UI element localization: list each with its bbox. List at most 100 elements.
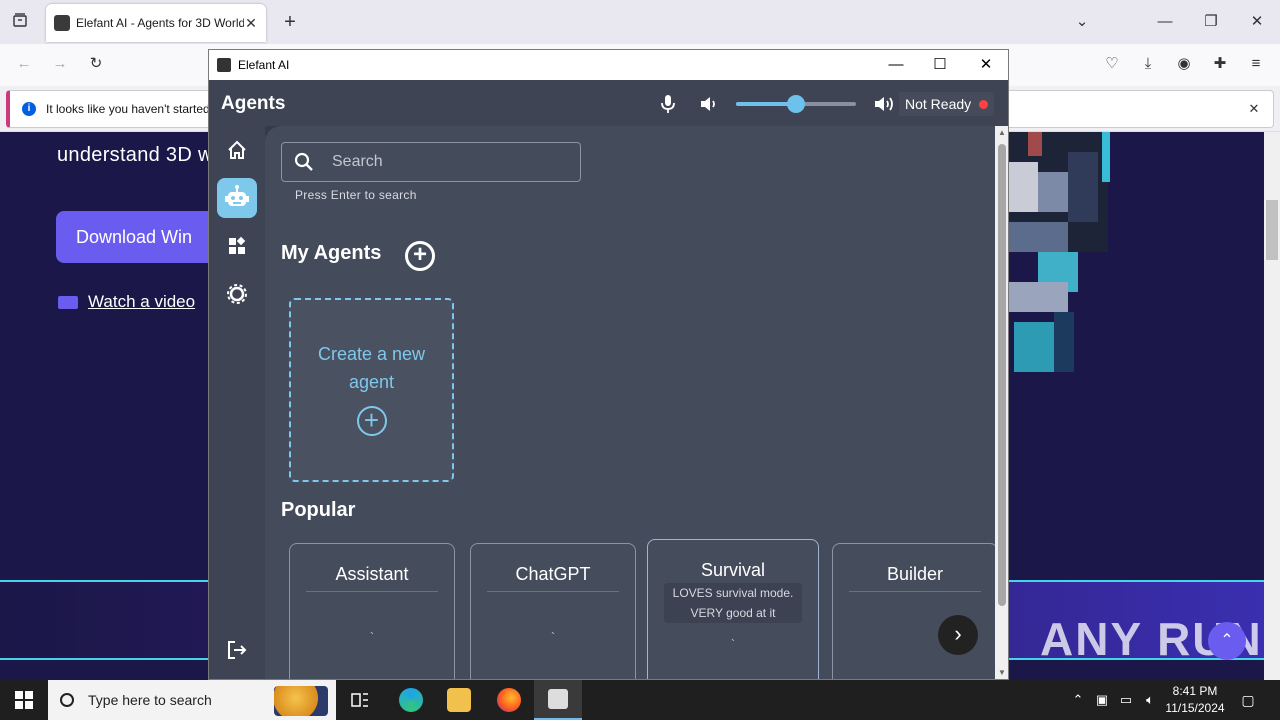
extensions-icon[interactable]: ✚: [1210, 54, 1230, 74]
search-icon: [294, 152, 313, 171]
agent-card-footer: `: [731, 637, 735, 651]
browser-tab-bar: Elefant AI - Agents for 3D World ✕ + ⌄ —…: [0, 0, 1280, 44]
back-icon[interactable]: ←: [14, 54, 34, 74]
window-title: Elefant AI: [238, 58, 290, 72]
agent-card-chatgpt[interactable]: ChatGPT `: [470, 543, 636, 679]
close-tab-icon[interactable]: ✕: [244, 15, 258, 32]
elefant-app-window: Elefant AI — ☐ ✕ Agents Not Ready Search…: [208, 49, 1009, 680]
scroll-top-button[interactable]: ⌃: [1208, 622, 1246, 660]
page-scrollbar-thumb[interactable]: [1266, 200, 1278, 260]
restore-browser-icon[interactable]: ❐: [1201, 12, 1221, 32]
watch-video-link[interactable]: Watch a video: [58, 292, 195, 312]
taskbar-search-box[interactable]: Type here to search: [48, 680, 336, 720]
clock-time: 8:41 PM: [1172, 684, 1218, 698]
home-icon: [228, 140, 246, 159]
app-header: Agents Not Ready: [209, 80, 1008, 126]
agent-card-footer: `: [370, 630, 374, 644]
minimize-window-button[interactable]: —: [873, 50, 919, 80]
agent-card-name: ChatGPT: [487, 564, 619, 592]
elefant-favicon-icon: [54, 15, 70, 31]
taskbar-clock[interactable]: 8:41 PM 11/15/2024: [1160, 683, 1230, 717]
agent-card-builder[interactable]: Builder: [832, 543, 995, 679]
page-title: Agents: [221, 93, 286, 114]
browser-tab-title: Elefant AI - Agents for 3D World: [76, 16, 244, 30]
pocket-icon[interactable]: ♡: [1102, 54, 1122, 74]
speaker-icon[interactable]: 🔈︎: [1140, 690, 1160, 710]
elefant-taskbar-icon: [548, 689, 568, 709]
app-sidebar: [209, 126, 265, 679]
menu-icon[interactable]: ≡: [1246, 54, 1266, 74]
add-agent-button[interactable]: +: [405, 241, 435, 271]
tray-device-icon[interactable]: ▣: [1092, 690, 1112, 710]
plus-circle-icon: +: [356, 406, 387, 436]
network-icon[interactable]: ▭: [1116, 690, 1136, 710]
agent-card-name: Assistant: [306, 564, 438, 592]
taskbar-search-placeholder: Type here to search: [88, 692, 212, 708]
firefox-icon[interactable]: [497, 688, 521, 712]
browser-tab[interactable]: Elefant AI - Agents for 3D World ✕: [46, 4, 266, 42]
close-notification-icon[interactable]: ✕: [1244, 99, 1264, 119]
scroll-up-arrow-icon[interactable]: ▲: [998, 128, 1006, 137]
logout-icon: [228, 641, 247, 659]
agent-card-name: Survival: [700, 560, 766, 580]
search-box[interactable]: [281, 142, 581, 182]
agent-card-name: Builder: [849, 564, 981, 592]
scroll-down-arrow-icon[interactable]: ▼: [998, 668, 1006, 677]
tab-list-icon[interactable]: [10, 12, 30, 32]
voxel-character-image: [1008, 132, 1148, 392]
sidebar-item-logout[interactable]: [217, 630, 257, 670]
reload-icon[interactable]: ↻: [86, 54, 106, 74]
popular-heading: Popular: [281, 499, 356, 521]
create-agent-label: Create a new agent: [317, 344, 426, 392]
elefant-taskbar-item[interactable]: [534, 680, 582, 720]
my-agents-heading: My Agents: [281, 242, 382, 264]
watch-video-label: Watch a video: [88, 292, 196, 311]
notifications-icon[interactable]: ▢: [1238, 690, 1258, 710]
clock-date: 11/15/2024: [1165, 701, 1225, 715]
volume-high-icon[interactable]: [873, 94, 895, 114]
app-scrollbar-thumb[interactable]: [998, 144, 1006, 606]
account-icon[interactable]: ◉: [1174, 54, 1194, 74]
volume-low-icon[interactable]: [699, 95, 719, 113]
downloads-icon[interactable]: ⤓: [1138, 54, 1158, 74]
widgets-icon: [229, 236, 246, 254]
app-scrollbar[interactable]: ▲ ▼: [995, 126, 1008, 679]
page-scrollbar[interactable]: [1264, 132, 1280, 680]
robot-icon: [225, 185, 249, 206]
hero-text: understand 3D w: [57, 144, 213, 166]
status-text: Not Ready: [905, 96, 972, 112]
microphone-icon[interactable]: [659, 94, 677, 114]
maximize-window-button[interactable]: ☐: [917, 50, 963, 80]
search-highlight-image: [274, 686, 328, 716]
agent-card-survival[interactable]: Survival LOVES survival mode. VERY good …: [647, 539, 819, 679]
tray-chevron-icon[interactable]: ⌃: [1068, 690, 1088, 710]
close-browser-icon[interactable]: ✕: [1247, 12, 1267, 32]
sidebar-item-home[interactable]: [217, 130, 257, 170]
notification-text: It looks like you haven't started: [46, 102, 210, 116]
status-dot: [979, 99, 989, 109]
list-all-tabs-icon[interactable]: ⌄: [1072, 12, 1092, 32]
app-logo-icon: [217, 58, 231, 72]
video-camera-icon: [58, 295, 78, 309]
carousel-next-button[interactable]: ›: [938, 615, 978, 655]
forward-icon[interactable]: →: [50, 54, 70, 74]
sidebar-item-agents[interactable]: [217, 178, 257, 218]
volume-slider[interactable]: [736, 95, 856, 113]
sidebar-item-widgets[interactable]: [217, 226, 257, 266]
windows-taskbar: Type here to search ⌃ ▣ ▭ 🔈︎ 8:41 PM 11/…: [0, 680, 1280, 720]
file-explorer-icon[interactable]: [447, 688, 471, 712]
create-agent-card[interactable]: Create a new agent +: [289, 298, 454, 482]
volume-slider-knob[interactable]: [787, 95, 805, 113]
agent-card-assistant[interactable]: Assistant `: [289, 543, 455, 679]
search-input[interactable]: [332, 153, 572, 171]
agents-main-panel: Press Enter to search My Agents + Create…: [265, 126, 995, 679]
windows-start-icon[interactable]: [15, 691, 33, 709]
edge-icon[interactable]: [399, 688, 423, 712]
close-window-button[interactable]: ✕: [963, 50, 1008, 80]
search-icon: [60, 693, 74, 707]
sidebar-item-settings[interactable]: [217, 274, 257, 314]
minimize-browser-icon[interactable]: —: [1155, 12, 1175, 32]
task-view-icon[interactable]: [348, 688, 372, 712]
new-tab-button[interactable]: +: [280, 12, 300, 32]
search-helper-text: Press Enter to search: [295, 188, 417, 202]
